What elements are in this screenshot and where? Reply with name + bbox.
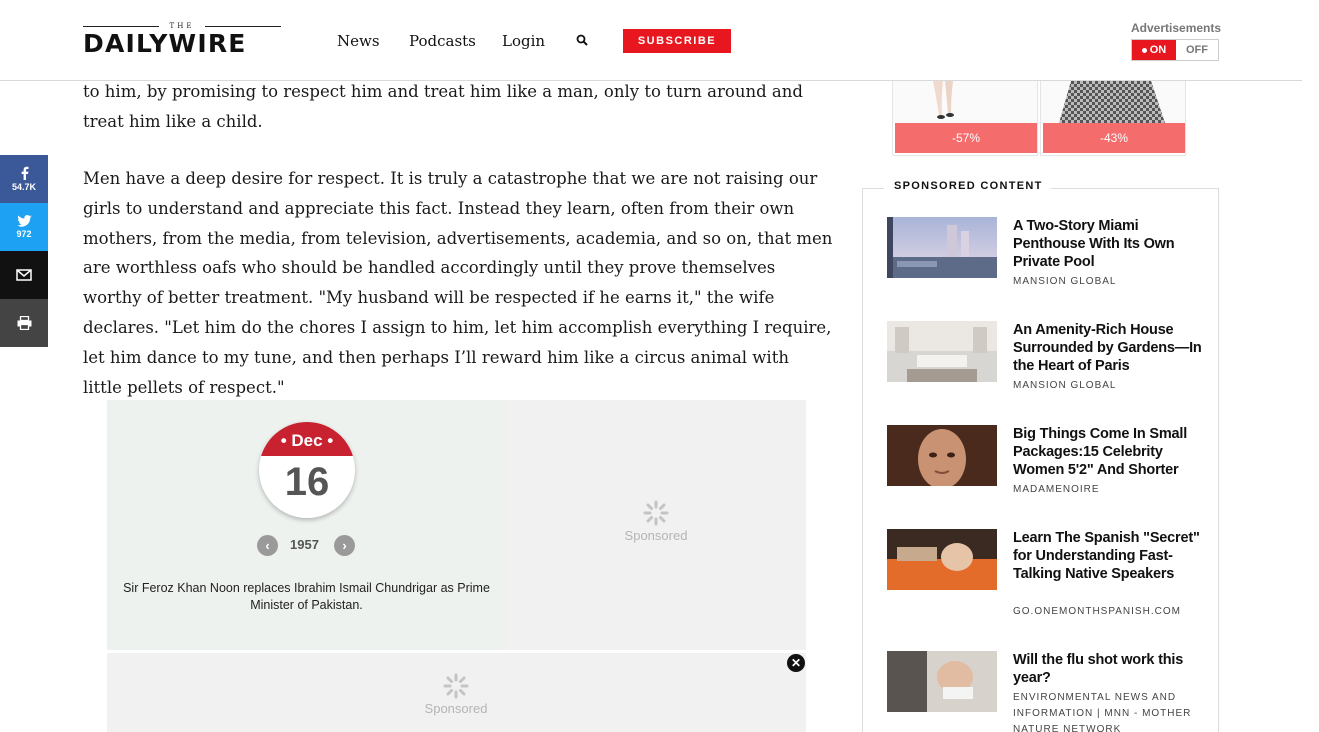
sponsored-label: Sponsored	[424, 701, 488, 716]
email-share-button[interactable]	[0, 251, 48, 299]
nav-login[interactable]: Login	[502, 32, 545, 50]
ads-off-option[interactable]: OFF	[1176, 40, 1218, 60]
print-icon	[17, 316, 31, 330]
sponsored-thumbnail	[887, 529, 997, 590]
sponsored-thumbnail	[887, 217, 997, 278]
loading-spinner-icon	[643, 500, 669, 526]
nav-podcasts[interactable]: Podcasts	[409, 32, 476, 50]
ads-on-option[interactable]: ON	[1132, 40, 1176, 60]
twitter-share-count: 972	[16, 229, 32, 239]
previous-year-button[interactable]: ‹	[257, 535, 278, 556]
subscribe-button[interactable]: SUBSCRIBE	[623, 29, 731, 53]
email-icon	[16, 269, 32, 281]
twitter-share-button[interactable]: 972	[0, 203, 48, 251]
calendar-day: 16	[284, 460, 330, 504]
sponsored-thumbnail	[887, 425, 997, 486]
article-paragraph: Men have a deep desire for respect. It i…	[83, 169, 833, 397]
sponsored-headline[interactable]: Learn The Spanish "Secret" for Understan…	[1013, 529, 1203, 583]
site-header: THE DAILYWIRE News Podcasts Login SUBSCR…	[0, 0, 1302, 81]
product-image	[1041, 81, 1185, 123]
site-logo[interactable]: THE DAILYWIRE	[83, 22, 283, 58]
sponsored-label: Sponsored	[624, 528, 688, 543]
sponsored-headline[interactable]: An Amenity-Rich House Surrounded by Gard…	[1013, 321, 1203, 375]
sponsored-content-title: SPONSORED CONTENT	[884, 180, 1051, 192]
sponsored-source: ENVIRONMENTAL NEWS AND INFORMATION | MNN…	[1013, 692, 1192, 732]
twitter-icon	[16, 215, 32, 227]
sponsored-thumbnail	[887, 321, 997, 382]
year-label: 1957	[290, 537, 319, 552]
ads-toggle[interactable]: ON OFF	[1131, 39, 1219, 61]
sponsored-source: GO.ONEMONTHSPANISH.COM	[1013, 606, 1181, 617]
article-paragraph: to him, by promising to respect him and …	[83, 82, 803, 131]
sponsored-widget: Sponsored	[107, 653, 806, 732]
facebook-share-button[interactable]: 54.7K	[0, 155, 48, 203]
product-image	[893, 81, 1037, 123]
loading-spinner-icon	[443, 673, 469, 699]
ads-label: Advertisements	[1131, 21, 1222, 35]
on-this-day-widget: • Dec • 16 ‹ 1957 › Sir Feroz Khan Noon …	[107, 400, 806, 650]
facebook-icon	[21, 166, 28, 180]
product-ad[interactable]: -57% -43%	[890, 80, 1190, 156]
event-description: Sir Feroz Khan Noon replaces Ibrahim Ism…	[123, 581, 490, 612]
logo-rule-right	[205, 26, 281, 27]
nav-news[interactable]: News	[337, 32, 380, 50]
discount-badge: -57%	[895, 123, 1037, 153]
sponsored-headline[interactable]: Big Things Come In Small Packages:15 Cel…	[1013, 425, 1203, 479]
sponsored-source: MANSION GLOBAL	[1013, 380, 1117, 391]
sponsored-thumbnail	[887, 651, 997, 712]
calendar-month: • Dec •	[259, 422, 355, 456]
discount-badge: -43%	[1043, 123, 1185, 153]
product-card[interactable]: -57%	[892, 80, 1038, 156]
close-icon[interactable]: ✕	[787, 654, 805, 672]
sponsored-placeholder[interactable]: Sponsored	[406, 673, 506, 716]
logo-wordmark: DAILYWIRE	[83, 29, 247, 58]
print-share-button[interactable]	[0, 299, 48, 347]
sponsored-source: MANSION GLOBAL	[1013, 276, 1117, 287]
sponsored-source: MADAMENOIRE	[1013, 484, 1100, 495]
sponsored-headline[interactable]: Will the flu shot work this year?	[1013, 651, 1203, 687]
calendar-badge: • Dec • 16	[259, 422, 355, 518]
on-this-day-panel: • Dec • 16 ‹ 1957 › Sir Feroz Khan Noon …	[107, 400, 506, 650]
year-navigator: ‹ 1957 ›	[257, 534, 357, 556]
next-year-button[interactable]: ›	[334, 535, 355, 556]
facebook-share-count: 54.7K	[11, 182, 37, 192]
product-card[interactable]: -43%	[1040, 80, 1186, 156]
sponsored-headline[interactable]: A Two-Story Miami Penthouse With Its Own…	[1013, 217, 1203, 271]
ads-on-label: ON	[1149, 44, 1167, 56]
sponsored-placeholder[interactable]: Sponsored	[606, 500, 706, 543]
ads-on-dot-icon	[1141, 47, 1147, 53]
search-icon[interactable]	[576, 34, 588, 46]
